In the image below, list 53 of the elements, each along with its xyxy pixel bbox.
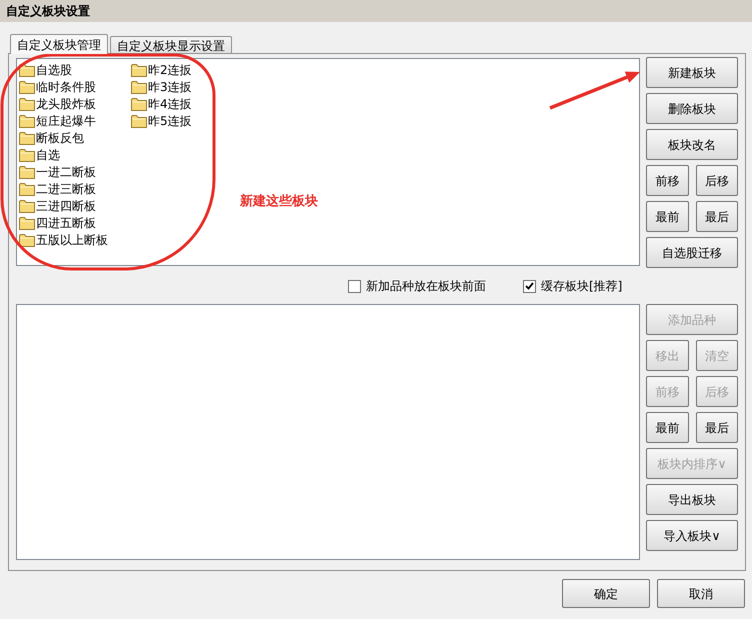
folder-icon	[19, 216, 35, 230]
folder-icon	[19, 164, 35, 178]
folder-icon	[19, 148, 35, 162]
folder-icon	[19, 130, 35, 144]
list-item[interactable]: 三进四断板	[19, 197, 96, 214]
folder-icon	[19, 182, 35, 196]
dialog-button[interactable]: 取消	[657, 579, 745, 608]
folder-icon	[19, 62, 35, 76]
action-button[interactable]: 前移	[646, 165, 688, 196]
dialog-button[interactable]: 确定	[562, 579, 650, 608]
list-item[interactable]: 昨5连扳	[131, 112, 192, 129]
list-item[interactable]: 二进三断板	[19, 180, 96, 197]
annotation-text: 新建这些板块	[240, 192, 318, 211]
list-item[interactable]: 五版以上断板	[19, 231, 108, 248]
list-item[interactable]: 昨4连扳	[131, 95, 192, 112]
folder-icon	[131, 80, 147, 94]
folder-icon	[19, 96, 35, 110]
checkbox-label: 新加品种放在板块前面	[366, 278, 486, 295]
folder-icon	[131, 114, 147, 128]
window-title: 自定义板块设置	[6, 5, 90, 17]
list-item[interactable]: 断板反包	[19, 129, 84, 146]
list-item[interactable]: 短庄起爆牛	[19, 112, 96, 129]
action-button[interactable]: 最后	[696, 412, 738, 443]
action-button[interactable]: 自选股迁移	[646, 237, 738, 268]
action-button[interactable]: 新建板块	[646, 57, 738, 88]
action-button[interactable]: 导出板块	[646, 484, 738, 515]
list-item[interactable]: 临时条件股	[19, 78, 96, 95]
action-button[interactable]: 最后	[696, 201, 738, 232]
checkmark-icon	[525, 282, 534, 290]
action-button[interactable]: 后移	[696, 165, 738, 196]
checkbox[interactable]	[523, 280, 536, 292]
tab[interactable]: 自定义板块显示设置	[110, 36, 232, 53]
folder-icon	[19, 114, 35, 128]
list-item[interactable]: 一进二断板	[19, 163, 96, 180]
action-button[interactable]: 板块改名	[646, 129, 738, 160]
folder-icon	[19, 198, 35, 212]
list-item[interactable]: 四进五断板	[19, 214, 96, 231]
folder-icon	[131, 96, 147, 110]
action-button[interactable]: 最前	[646, 201, 688, 232]
action-button[interactable]: 导入板块∨	[646, 520, 738, 551]
folder-icon	[19, 232, 35, 246]
checkbox[interactable]	[348, 280, 361, 292]
list-item[interactable]: 龙头股炸板	[19, 95, 96, 112]
action-button[interactable]: 最前	[646, 412, 688, 443]
folder-icon	[19, 80, 35, 94]
tab[interactable]: 自定义板块管理	[10, 34, 108, 54]
checkbox-label: 缓存板块[推荐]	[541, 278, 622, 295]
folder-icon	[131, 62, 147, 76]
list-item[interactable]: 自选	[19, 146, 60, 163]
action-button[interactable]: 删除板块	[646, 93, 738, 124]
list-item[interactable]: 昨3连扳	[131, 78, 192, 95]
list-item[interactable]: 昨2连扳	[131, 61, 192, 78]
list-item[interactable]: 自选股	[19, 61, 72, 78]
